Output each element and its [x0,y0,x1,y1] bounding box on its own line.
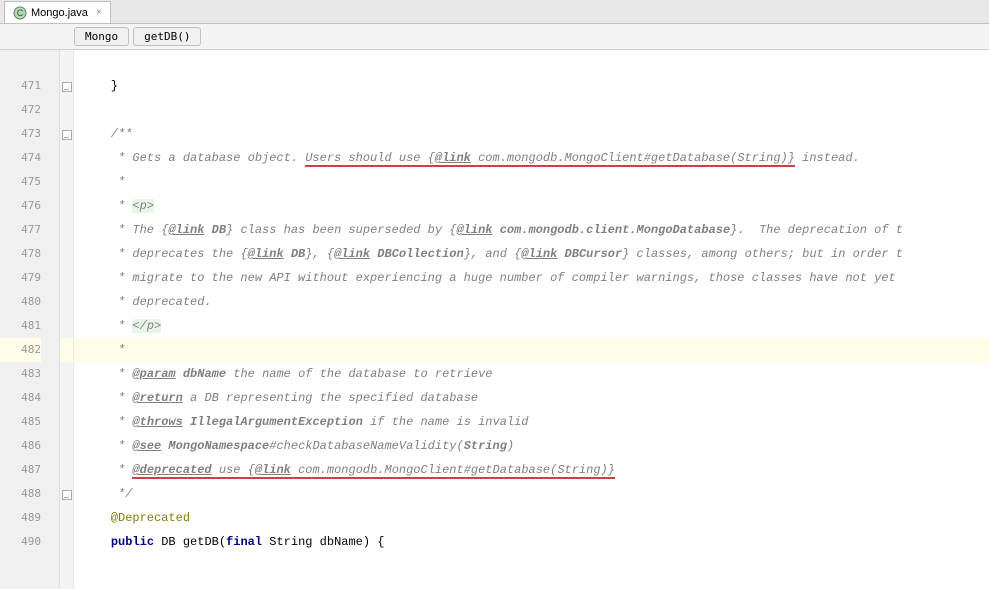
line-number: 473 [0,122,41,146]
code-line[interactable]: @Deprecated [74,506,989,530]
line-number: 488 [0,482,41,506]
line-number [0,50,41,74]
code-line[interactable] [74,50,989,74]
line-number: 471 [0,74,41,98]
code-line[interactable]: * </p> [74,314,989,338]
code-line[interactable]: * The {@link DB} class has been supersed… [74,218,989,242]
breadcrumb-method[interactable]: getDB() [133,27,201,46]
code-line[interactable]: /** [74,122,989,146]
code-line[interactable]: * @deprecated use {@link com.mongodb.Mon… [74,458,989,482]
fold-marker-icon[interactable] [62,130,72,140]
code-line[interactable]: * @param dbName the name of the database… [74,362,989,386]
line-number: 479 [0,266,41,290]
code-line[interactable]: * [74,338,989,362]
line-number: 485 [0,410,41,434]
breadcrumb-bar: Mongo getDB() [0,24,989,50]
code-line[interactable]: * <p> [74,194,989,218]
code-line[interactable]: * migrate to the new API without experie… [74,266,989,290]
line-number: 474 [0,146,41,170]
code-line[interactable]: * @return a DB representing the specifie… [74,386,989,410]
fold-marker-icon[interactable] [62,490,72,500]
code-line[interactable]: * deprecated. [74,290,989,314]
breadcrumb-class[interactable]: Mongo [74,27,129,46]
line-number: 486 [0,434,41,458]
file-tab-mongo-java[interactable]: C Mongo.java × [4,1,111,23]
line-number: 477 [0,218,41,242]
line-number-gutter: 471 472 473 474 475 476 477 478 479 480 … [0,50,60,589]
code-line[interactable]: * Gets a database object. Users should u… [74,146,989,170]
code-line[interactable]: public DB getDB(final String dbName) { [74,530,989,554]
close-tab-icon[interactable]: × [96,7,102,18]
line-number: 478 [0,242,41,266]
code-area[interactable]: } /** * Gets a database object. Users sh… [74,50,989,589]
line-number: 481 [0,314,41,338]
line-number: 472 [0,98,41,122]
line-number: 483 [0,362,41,386]
line-number: 484 [0,386,41,410]
code-line[interactable]: * [74,170,989,194]
line-number: 475 [0,170,41,194]
line-number: 476 [0,194,41,218]
fold-marker-icon[interactable] [62,82,72,92]
line-number: 489 [0,506,41,530]
code-line[interactable]: */ [74,482,989,506]
tab-filename: Mongo.java [31,7,88,19]
code-editor[interactable]: 471 472 473 474 475 476 477 478 479 480 … [0,50,989,589]
svg-text:C: C [17,8,24,18]
code-line[interactable]: } [74,74,989,98]
editor-tab-bar: C Mongo.java × [0,0,989,24]
code-line[interactable] [74,98,989,122]
java-class-icon: C [13,6,27,20]
line-number: 490 [0,530,41,554]
line-number: 487 [0,458,41,482]
line-number: 480 [0,290,41,314]
code-line[interactable]: * @throws IllegalArgumentException if th… [74,410,989,434]
code-line[interactable]: * @see MongoNamespace#checkDatabaseNameV… [74,434,989,458]
fold-gutter [60,50,74,589]
code-line[interactable]: * deprecates the {@link DB}, {@link DBCo… [74,242,989,266]
line-number: 482 [0,338,41,362]
